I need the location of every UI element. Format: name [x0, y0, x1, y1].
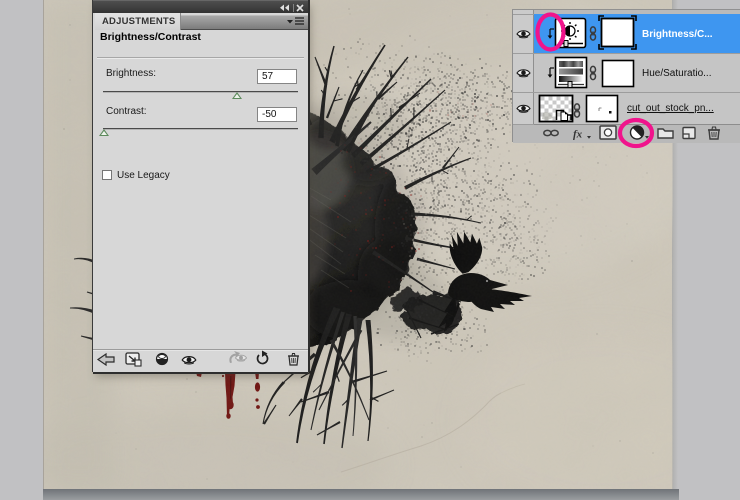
- svg-text:fx: fx: [573, 129, 583, 141]
